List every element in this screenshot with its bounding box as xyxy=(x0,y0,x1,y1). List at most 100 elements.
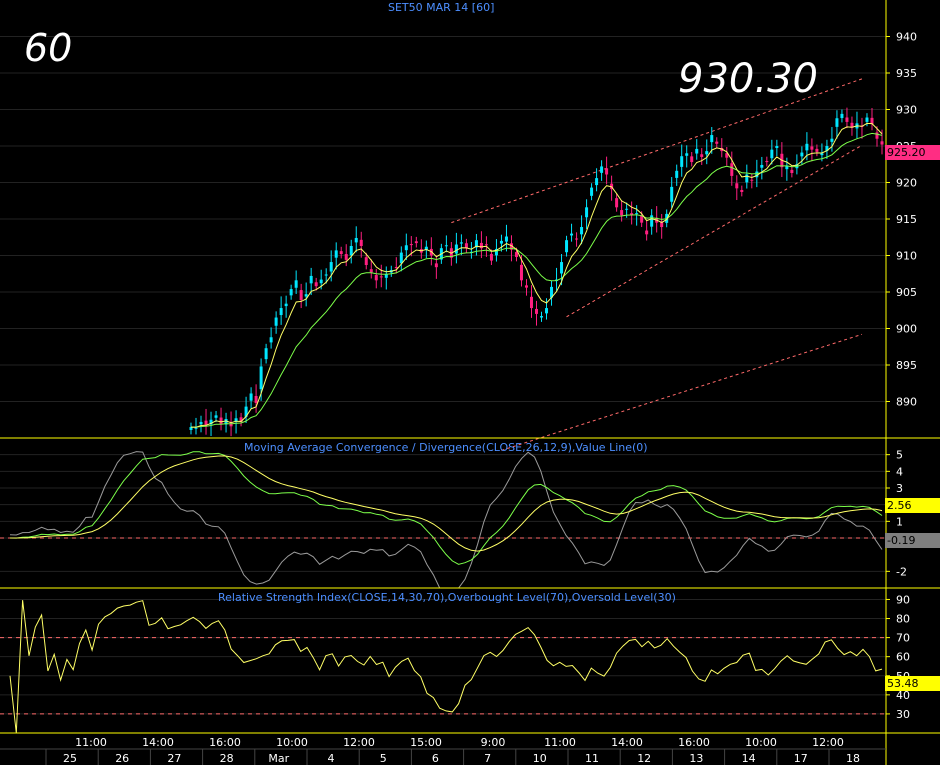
macd-line xyxy=(9,451,883,565)
y-tick-label: 30 xyxy=(896,708,910,721)
macd-value-tag: 2.56 xyxy=(885,498,940,513)
candle-body xyxy=(630,213,634,215)
candle-body xyxy=(199,421,203,425)
candle-body xyxy=(650,215,654,227)
y-tick-label: 60 xyxy=(896,651,910,664)
candle-body xyxy=(274,317,278,326)
y-tick-label: 940 xyxy=(896,31,917,44)
candle-body xyxy=(504,236,508,242)
candle-body xyxy=(294,280,298,288)
candle-body xyxy=(519,264,523,281)
y-tick-labels: 890895900905910915920925930935940-201234… xyxy=(886,31,917,721)
y-tick-label: 1 xyxy=(896,515,903,528)
candle-body xyxy=(805,143,809,151)
candle-body xyxy=(524,285,528,288)
candle-body xyxy=(534,308,539,314)
candle-body xyxy=(344,254,348,260)
x-tick-label-time: 9:00 xyxy=(481,736,506,749)
candle-body xyxy=(269,337,273,343)
candle-body xyxy=(685,153,689,156)
candle-body xyxy=(404,245,408,251)
candle-body xyxy=(705,151,709,155)
candle-body xyxy=(810,146,814,150)
candle-body xyxy=(715,141,719,144)
macd-signal-line xyxy=(10,455,883,552)
candle-body xyxy=(600,166,604,173)
y-tick-label: 930 xyxy=(896,104,917,117)
candle-body xyxy=(434,263,438,268)
price-panel-title: SET50 MAR 14 [60] xyxy=(388,1,495,14)
trend-lines xyxy=(451,78,863,451)
candle-body xyxy=(625,208,629,210)
x-tick-label-time: 12:00 xyxy=(343,736,375,749)
x-tick-label-date: 25 xyxy=(63,752,77,765)
y-tick-label: 90 xyxy=(896,593,910,606)
candle-body xyxy=(279,308,283,316)
candle-body xyxy=(374,275,378,281)
candle-body xyxy=(760,164,764,168)
candle-body xyxy=(304,294,308,297)
candle-body xyxy=(459,242,463,244)
x-tick-label-date: 14 xyxy=(742,752,756,765)
candle-body xyxy=(570,233,574,236)
candle-body xyxy=(324,274,328,276)
candle-body xyxy=(329,262,333,272)
candle-body xyxy=(399,252,403,264)
candle-body xyxy=(394,267,398,269)
candle-body xyxy=(775,146,779,149)
candle-body xyxy=(740,189,744,192)
trend-line xyxy=(501,333,863,451)
candle-body xyxy=(529,296,533,309)
candle-body xyxy=(565,240,569,253)
x-tick-label-date: 4 xyxy=(328,752,335,765)
candle-body xyxy=(219,417,223,425)
x-tick-label-date: Mar xyxy=(268,752,289,765)
candle-body xyxy=(815,148,819,152)
candle-body xyxy=(349,246,353,256)
x-tick-labels: 11:00 14:00 16:00 10:00 12:00 15:00 9:00 11:00 1… xyxy=(45,736,860,765)
candle-body xyxy=(499,240,503,244)
candle-body xyxy=(214,415,218,418)
candle-body xyxy=(670,186,674,202)
macd-histogram-tag: -0.19 xyxy=(885,533,940,548)
candle-body xyxy=(605,168,609,175)
rsi-panel-title: Relative Strength Index(CLOSE,14,30,70),… xyxy=(218,591,676,604)
last-price-tag: 925.20 xyxy=(885,145,940,160)
x-tick-label-date: 26 xyxy=(115,752,129,765)
candle-body xyxy=(700,154,704,157)
x-tick-label-time: 16:00 xyxy=(678,736,710,749)
x-tick-label-date: 5 xyxy=(380,752,387,765)
ma-slow-line xyxy=(191,132,883,428)
chart-canvas: 890895900905910915920925930935940-201234… xyxy=(0,0,940,765)
y-tick-label: 5 xyxy=(896,449,903,462)
candle-body xyxy=(770,149,774,159)
candle-body xyxy=(319,279,323,284)
x-tick-label-date: 27 xyxy=(167,752,181,765)
macd-lines xyxy=(0,451,886,589)
candle-body xyxy=(735,183,739,189)
candle-body xyxy=(540,316,544,318)
candle-body xyxy=(354,237,358,243)
candle-body xyxy=(484,244,488,246)
y-tick-label: 80 xyxy=(896,613,910,626)
candle-body xyxy=(880,141,884,145)
y-tick-label: 915 xyxy=(896,213,917,226)
candle-body xyxy=(800,152,804,157)
y-tick-label: 3 xyxy=(896,482,903,495)
candle-body xyxy=(444,245,448,247)
candle-body xyxy=(364,257,368,265)
candle-body xyxy=(675,170,679,178)
x-tick-label-date: 28 xyxy=(220,752,234,765)
candle-body xyxy=(545,308,549,314)
x-tick-label-time: 14:00 xyxy=(611,736,643,749)
macd-panel-title: Moving Average Convergence / Divergence(… xyxy=(244,441,648,454)
candle-body xyxy=(820,153,824,156)
candle-body xyxy=(359,239,363,247)
x-tick-label-time: 12:00 xyxy=(812,736,844,749)
candle-body xyxy=(309,275,313,284)
macd-histogram-line xyxy=(9,451,883,589)
candle-body xyxy=(414,241,418,244)
x-tick-label-date: 17 xyxy=(794,752,808,765)
x-tick-label-date: 12 xyxy=(637,752,651,765)
candle-body xyxy=(845,117,849,122)
